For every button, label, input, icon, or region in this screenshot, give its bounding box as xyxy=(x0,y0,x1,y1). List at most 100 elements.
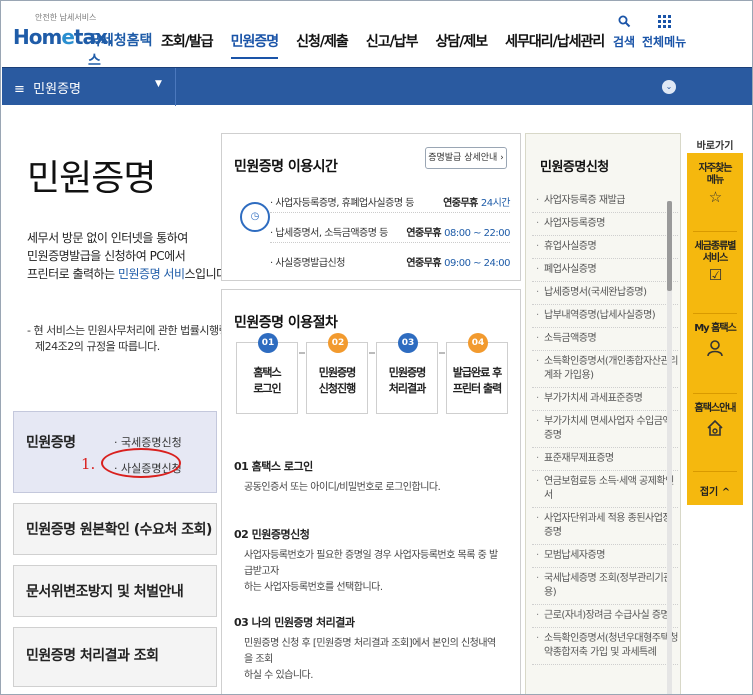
logo-wordmark-hom: Hom xyxy=(13,25,62,49)
notice-line-1: - 현 서비스는 민원사무처리에 관한 법률시행령 xyxy=(27,324,229,337)
step-label: 홈택스로그인 xyxy=(237,365,297,397)
step-number-badge: 01 xyxy=(258,333,278,353)
dropdown-arrow-icon[interactable]: ▼ xyxy=(155,79,162,89)
certificate-application-title: 민원증명신청 xyxy=(540,160,609,175)
list-item[interactable]: 국세납세증명 조회(정부관리기관용) xyxy=(532,568,678,605)
result-inquiry-button[interactable]: 민원증명 처리결과 조회 xyxy=(13,627,217,687)
list-item[interactable]: 납세증명서(국세완납증명) xyxy=(532,282,678,305)
quick-my-hometax[interactable]: My 홈택스 xyxy=(687,323,743,358)
original-verify-label: 민원증명 원본확인 (수요처 조회) xyxy=(26,522,212,538)
step-3-heading: 03 나의 민원증명 처리결과 xyxy=(234,616,355,629)
quick-favorites[interactable]: 자주찾는 메뉴 ☆ xyxy=(687,163,743,206)
issue-detail-button[interactable]: 증명발급 상세안내 › xyxy=(425,147,507,169)
time-row: · 사실증명발급신청 연중무휴 09:00 ~ 24:00 xyxy=(270,254,510,272)
intro-service-link[interactable]: 민원증명 서비 xyxy=(118,267,185,281)
time-row-value: 연중무휴 24시간 xyxy=(443,194,510,209)
quick-hometax-guide[interactable]: 홈택스안내 xyxy=(687,403,743,438)
procedure-step: 02 민원증명 신청진행 xyxy=(306,333,368,414)
quick-my-hometax-label: My 홈택스 xyxy=(694,323,737,334)
gnb-item-consult[interactable]: 상담/제보 xyxy=(435,31,488,51)
usage-time-panel: 민원증명 이용시간 증명발급 상세안내 › ◷ · 사업자등록증명, 휴폐업사실… xyxy=(221,133,521,281)
list-item-income-certificate[interactable]: 소득금액증명 xyxy=(532,328,678,351)
quick-divider xyxy=(693,313,737,314)
list-item[interactable]: 연금보험료등 소득·세액 공제확인서 xyxy=(532,471,678,508)
procedure-step: 04 발급완료 후 프린터 출력 xyxy=(446,333,508,414)
step-2-desc: 사업자등록번호가 필요한 증명일 경우 사업자등록번호 목록 중 발급받고자 하… xyxy=(244,548,504,596)
location-menu[interactable]: ≡ 민원증명 xyxy=(14,78,81,97)
step-label-line-1: 홈택스 xyxy=(253,366,281,379)
location-bar: ≡ 민원증명 ▼ ⌄ xyxy=(2,67,752,106)
step-2-heading: 02 민원증명신청 xyxy=(234,528,310,541)
list-item[interactable]: 소득확인증명서(청년우대형주택청약종합저축 가입 및 과세특례 xyxy=(532,628,678,665)
list-item[interactable]: 사업자단위과세 적용 종된사업장증명 xyxy=(532,508,678,545)
intro-line-1: 세무서 방문 없이 인터넷을 통하여 xyxy=(27,231,188,245)
search-icon xyxy=(613,15,635,33)
step-label: 발급완료 후 프린터 출력 xyxy=(447,365,507,397)
list-item[interactable]: 근로(자녀)장려금 수급사실 증명 xyxy=(532,605,678,628)
intro-text: 세무서 방문 없이 인터넷을 통하여 민원증명발급을 신청하여 PC에서 프린터… xyxy=(27,229,231,283)
time-row-hours: 08:00 ~ 22:00 xyxy=(444,228,510,239)
step-label: 민원증명 처리결과 xyxy=(377,365,437,397)
time-row: · 납세증명서, 소득금액증명 등 연중무휴 08:00 ~ 22:00 xyxy=(270,224,510,243)
procedure-panel: 민원증명 이용절차 01 홈택스 로그인 02 민원증명 신청진행 03 민원증명 처… xyxy=(221,289,521,694)
forgery-prevention-label: 문서위변조방지 및 처벌안내 xyxy=(26,584,184,600)
expand-circle-icon[interactable]: ⌄ xyxy=(662,80,676,94)
quick-favorites-line-1: 자주찾는 xyxy=(698,163,733,174)
hometax-logo[interactable]: 안전한 납세서비스 Hometax. 국세청홈택스 xyxy=(13,11,155,69)
original-verify-button[interactable]: 민원증명 원본확인 (수요처 조회) xyxy=(13,503,217,555)
step-2-desc-line-1: 사업자등록번호가 필요한 증명일 경우 사업자등록번호 목록 중 발급받고자 xyxy=(244,550,498,577)
calendar-clock-icon: ◷ xyxy=(240,202,270,232)
step-1-heading: 01 홈택스 로그인 xyxy=(234,460,313,473)
intro-line-2: 민원증명발급을 신청하여 PC에서 xyxy=(27,249,186,263)
all-menu-label: 전체메뉴 xyxy=(642,35,687,49)
all-menu-button[interactable]: 전체메뉴 xyxy=(642,15,686,50)
list-item[interactable]: 부가가치세 면세사업자 수입금액증명 xyxy=(532,411,678,448)
gnb-item-tax-agent[interactable]: 세무대리/납세관리 xyxy=(505,31,605,51)
page-title: 민원증명 xyxy=(27,158,156,199)
step-connector xyxy=(369,352,375,354)
page-frame: 안전한 납세서비스 Hometax. 국세청홈택스 조회/발급 민원증명 신청/… xyxy=(0,0,753,695)
quick-tax-services-line-2: 서비스 xyxy=(702,253,729,264)
list-item[interactable]: 휴업사실증명 xyxy=(532,236,678,259)
step-number-badge: 03 xyxy=(398,333,418,353)
gnb-item-application[interactable]: 신청/제출 xyxy=(296,31,349,51)
time-row-value: 연중무휴 09:00 ~ 24:00 xyxy=(406,254,510,269)
intro-line-3: 프린터로 출력하는 민원증명 서비스입니다. xyxy=(27,265,231,283)
list-item[interactable]: 소득확인증명서(개인종합자산관리계좌 가입용) xyxy=(532,351,678,388)
step-number-badge: 04 xyxy=(468,333,488,353)
header: 안전한 납세서비스 Hometax. 국세청홈택스 조회/발급 민원증명 신청/… xyxy=(1,1,752,69)
list-item[interactable]: 사업자등록증명 xyxy=(532,213,678,236)
list-item[interactable]: 납부내역증명(납세사실증명) xyxy=(532,305,678,328)
step-1-desc: 공동인증서 또는 아이디/비밀번호로 로그인합니다. xyxy=(244,482,441,493)
time-row-hours: 09:00 ~ 24:00 xyxy=(444,258,510,269)
list-scrollbar-thumb[interactable] xyxy=(667,201,672,291)
time-row-hours: 24시간 xyxy=(480,198,511,209)
list-item[interactable]: 폐업사실증명 xyxy=(532,259,678,282)
gnb-item-inquiry[interactable]: 조회/발급 xyxy=(161,31,214,51)
hamburger-icon: ≡ xyxy=(14,82,25,97)
intro-line-3a: 프린터로 출력하는 xyxy=(27,267,118,281)
list-item[interactable]: 사업자등록증 재발급 xyxy=(532,190,678,213)
step-label-line-2: 로그인 xyxy=(253,382,281,395)
step-3-desc: 민원증명 신청 후 [민원증명 처리결과 조회]에서 본인의 신청내역을 조회 … xyxy=(244,636,504,684)
step-label-line-1: 발급완료 후 xyxy=(452,366,502,379)
gnb-item-certificate[interactable]: 민원증명 xyxy=(230,31,279,59)
list-item[interactable]: 모범납세자증명 xyxy=(532,545,678,568)
forgery-prevention-button[interactable]: 문서위변조방지 및 처벌안내 xyxy=(13,565,217,617)
star-icon: ☆ xyxy=(708,188,722,206)
time-row-label: · 납세증명서, 소득금액증명 등 xyxy=(270,228,388,239)
search-button[interactable]: 검색 xyxy=(613,15,635,50)
gnb-item-filing[interactable]: 신고/납부 xyxy=(366,31,419,51)
list-item[interactable]: 부가가치세 과세표준증명 xyxy=(532,388,678,411)
quick-tax-services[interactable]: 세금종류별 서비스 ☑ xyxy=(687,241,743,283)
nav-divider xyxy=(175,68,176,106)
list-item[interactable]: 표준재무제표증명 xyxy=(532,448,678,471)
certificate-application-panel: 민원증명신청 사업자등록증 재발급 사업자등록증명 휴업사실증명 폐업사실증명 … xyxy=(525,133,681,694)
result-inquiry-label: 민원증명 처리결과 조회 xyxy=(26,648,159,664)
quick-collapse-button[interactable]: 접기 ^ xyxy=(687,483,743,498)
grid-menu-icon xyxy=(642,15,686,33)
notice-line-2: 제24조2의 규정을 따릅니다. xyxy=(35,340,160,353)
step-label-line-2: 신청진행 xyxy=(318,382,356,395)
home-icon xyxy=(687,419,743,438)
time-row-value-prefix: 연중무휴 xyxy=(443,198,481,209)
